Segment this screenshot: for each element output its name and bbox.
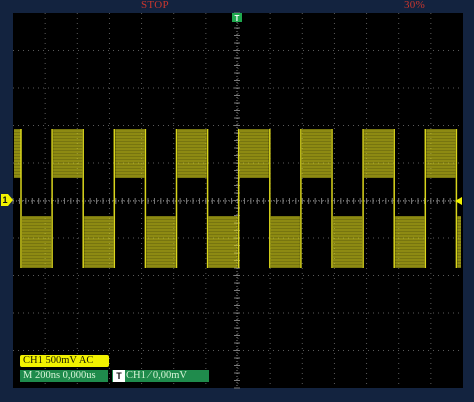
trace-band [426,129,456,178]
trace-band [364,129,394,178]
trace-band [239,129,269,178]
timebase-status[interactable]: M 200ns 0,000us [20,370,108,382]
trigger-mode-icon: T [113,370,125,382]
ch1-marker-label: 1 [2,195,8,205]
trace-band [177,129,207,178]
trace-band [53,129,83,178]
waveform-screen: T [12,12,463,389]
trace-band [301,129,331,178]
trace-band [14,129,21,178]
trigger-position-label: T [235,14,240,23]
trigger-status[interactable]: CH1 ⁄ 0,00mV [112,370,209,382]
channel-status[interactable]: CH1 500mV AC [20,355,109,367]
trace-band [115,129,145,178]
oscilloscope-display: STOP 30% T 1 CH1 500mV AC M 200ns 0,000u… [0,0,474,402]
